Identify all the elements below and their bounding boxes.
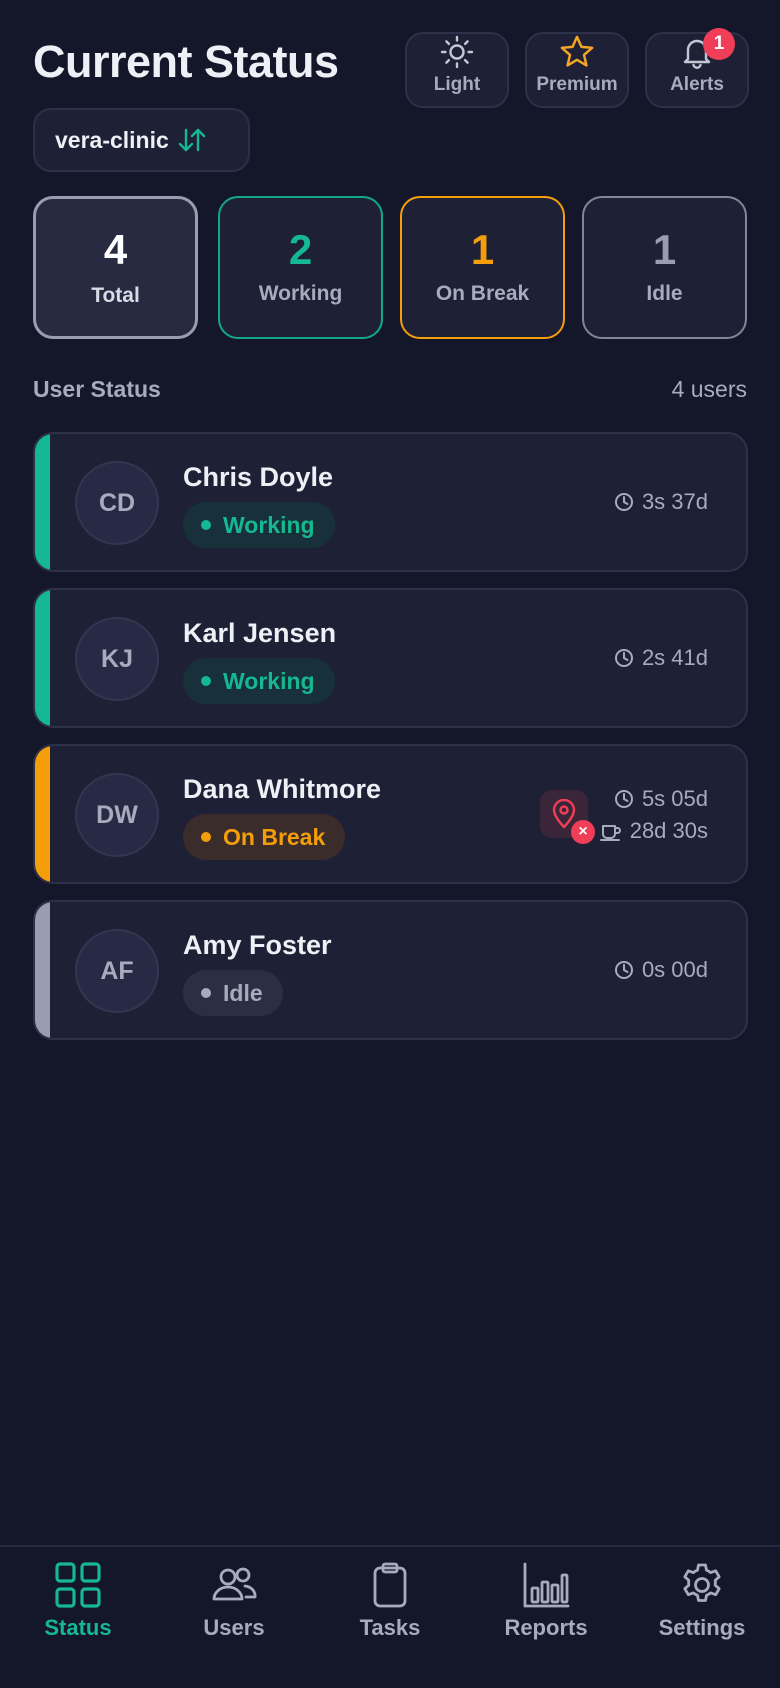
clock-icon (614, 790, 633, 808)
clock-icon (614, 649, 633, 667)
nav-reports-label: Reports (504, 1615, 588, 1640)
status-badge: Working (183, 502, 335, 548)
user-card-dana-whitmore[interactable]: DW Dana Whitmore On Break × 5s 05d 28d 3… (33, 744, 748, 884)
grid-icon (55, 1562, 101, 1608)
nav-users[interactable]: Users (156, 1561, 312, 1641)
clock-icon (614, 493, 633, 511)
alerts-label: Alerts (670, 74, 724, 95)
status-dot (201, 676, 211, 686)
page-title: Current Status (33, 36, 339, 87)
premium-button[interactable]: Premium (525, 32, 629, 108)
sun-icon (440, 35, 474, 69)
clock-icon (614, 961, 633, 979)
status-dot (201, 988, 211, 998)
status-bar (35, 746, 50, 882)
stat-total-card[interactable]: 4 Total (33, 196, 198, 339)
alerts-badge: 1 (703, 28, 735, 60)
nav-status[interactable]: Status (0, 1561, 156, 1641)
stat-total-label: Total (91, 284, 140, 307)
status-dot (201, 832, 211, 842)
user-count: 4 users (671, 376, 747, 402)
status-label: Idle (223, 979, 263, 1006)
nav-tasks-label: Tasks (359, 1615, 421, 1640)
user-card-amy-foster[interactable]: AF Amy Foster Idle 0s 00d (33, 900, 748, 1040)
swap-arrows-icon (178, 128, 205, 152)
bar-chart-icon (523, 1562, 570, 1608)
avatar: AF (75, 929, 159, 1013)
nav-tasks[interactable]: Tasks (312, 1561, 468, 1641)
nav-status-label: Status (44, 1615, 112, 1640)
stat-working-value: 2 (288, 226, 313, 273)
nav-reports[interactable]: Reports (468, 1561, 624, 1641)
stat-working-card[interactable]: 2 Working (218, 196, 383, 339)
premium-label: Premium (536, 74, 618, 95)
close-icon: × (571, 820, 595, 844)
user-card-chris-doyle[interactable]: CD Chris Doyle Working 3s 37d (33, 432, 748, 572)
session-time-value: 2s 41d (641, 645, 708, 670)
light-theme-button[interactable]: Light (405, 32, 509, 108)
status-label: Working (223, 667, 315, 694)
avatar: KJ (75, 617, 159, 701)
session-time: 3s 37d (614, 489, 708, 515)
user-name: Amy Foster (183, 930, 332, 960)
stat-on-break-value: 1 (470, 226, 495, 273)
light-label: Light (433, 74, 481, 95)
avatar: CD (75, 461, 159, 545)
status-bar (35, 590, 50, 726)
stat-idle-label: Idle (646, 282, 683, 305)
break-time-value: 28d 30s (629, 818, 708, 843)
status-bar (35, 902, 50, 1038)
status-label: Working (223, 511, 315, 538)
avatar: DW (75, 773, 159, 857)
session-time-value: 0s 00d (641, 957, 708, 982)
clipboard-icon (373, 1562, 407, 1608)
org-switcher[interactable]: vera-clinic (33, 108, 250, 172)
stat-total-value: 4 (103, 226, 128, 273)
user-card-karl-jensen[interactable]: KJ Karl Jensen Working 2s 41d (33, 588, 748, 728)
session-time-value: 3s 37d (641, 489, 708, 514)
stat-working-label: Working (258, 282, 343, 305)
user-name: Chris Doyle (183, 462, 334, 492)
org-name: vera-clinic (55, 126, 169, 153)
star-icon (560, 35, 594, 67)
session-time: 5s 05d (614, 786, 708, 812)
status-badge: Working (183, 658, 335, 704)
stat-on-break-label: On Break (435, 282, 530, 305)
bottom-nav: Status Users Tasks Reports Settings (0, 1545, 780, 1688)
coffee-cup-icon (599, 825, 621, 841)
stat-on-break-card[interactable]: 1 On Break (400, 196, 565, 339)
gear-icon (683, 1563, 721, 1602)
stat-idle-card[interactable]: 1 Idle (582, 196, 747, 339)
status-badge: On Break (183, 814, 346, 860)
user-name: Dana Whitmore (183, 774, 382, 804)
status-label: On Break (223, 823, 326, 850)
section-title: User Status (33, 376, 161, 402)
status-bar (35, 434, 50, 570)
session-time: 2s 41d (614, 645, 708, 671)
session-time-value: 5s 05d (641, 786, 708, 811)
nav-settings-label: Settings (658, 1615, 746, 1640)
nav-users-label: Users (203, 1615, 265, 1640)
users-icon (212, 1567, 257, 1601)
session-time: 0s 00d (614, 957, 708, 983)
nav-settings[interactable]: Settings (624, 1561, 780, 1641)
status-badge: Idle (183, 970, 283, 1016)
stat-idle-value: 1 (652, 226, 677, 273)
status-dot (201, 520, 211, 530)
user-name: Karl Jensen (183, 618, 337, 648)
alerts-button[interactable]: Alerts 1 (645, 28, 749, 108)
break-time: 28d 30s (599, 818, 708, 844)
